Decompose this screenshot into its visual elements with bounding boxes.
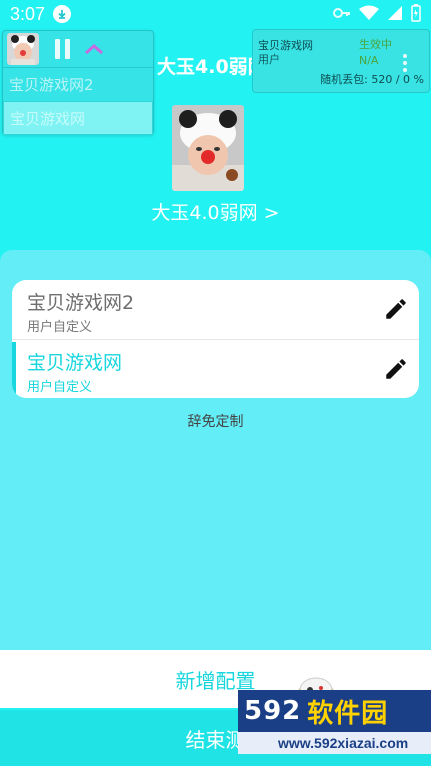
watermark-number: 592 [244,696,302,726]
status-text: 生效中 [359,38,392,51]
signal-icon [388,6,402,20]
config-list: 宝贝游戏网2 用户自定义 宝贝游戏网 用户自定义 [12,280,419,398]
pause-icon[interactable] [55,39,70,59]
watermark-logo: 592 软件园 [238,690,431,732]
na-text: N/A [359,54,379,67]
status-time: 3:07 [10,3,46,24]
mini-config-label: 宝贝游戏网2 [9,76,94,94]
mini-avatar[interactable] [7,33,39,65]
profile-name-link[interactable]: 大玉4.0弱网 > [0,198,431,225]
status-overlay[interactable]: 宝贝游戏网 生效中 用户 N/A 随机丢包: 520 / 0 % [252,29,430,93]
mini-config-item[interactable]: 宝贝游戏网2 [3,67,153,101]
status-icons [333,4,421,22]
watermark-url: www.592xiazai.com [238,732,431,754]
watermark-text: 软件园 [307,698,389,729]
edit-icon[interactable] [383,296,409,322]
config-item-active[interactable]: 宝贝游戏网 用户自定义 [12,339,419,398]
chevron-up-icon[interactable] [80,39,108,59]
profile-avatar[interactable] [172,105,244,191]
packet-loss-text: 随机丢包: 520 / 0 % [320,73,424,86]
config-title: 宝贝游戏网 [27,352,123,374]
config-title: 宝贝游戏网2 [27,292,135,314]
download-icon [53,5,72,23]
config-subtitle: 用户自定义 [27,320,93,335]
vpn-key-icon [333,8,350,18]
mini-config-label: 宝贝游戏网 [10,109,86,128]
overlap-text: 用户 [258,53,280,66]
more-vert-icon[interactable] [403,54,407,72]
floating-control-panel[interactable]: 宝贝游戏网2 宝贝游戏网 [2,30,154,135]
floating-panel-header [3,31,153,67]
config-subtitle: 用户自定义 [27,380,93,395]
edit-icon[interactable] [383,356,409,382]
wifi-icon [359,5,379,20]
status-bar: 3:07 [0,0,431,28]
config-item[interactable]: 宝贝游戏网2 用户自定义 [12,280,419,339]
watermark: 592 软件园 www.592xiazai.com [238,690,431,762]
battery-icon [411,4,421,22]
mini-config-item-selected[interactable]: 宝贝游戏网 [3,101,153,135]
page-title: 大玉4.0弱网 [157,56,267,78]
custom-footnote[interactable]: 辞免定制 [0,411,431,431]
